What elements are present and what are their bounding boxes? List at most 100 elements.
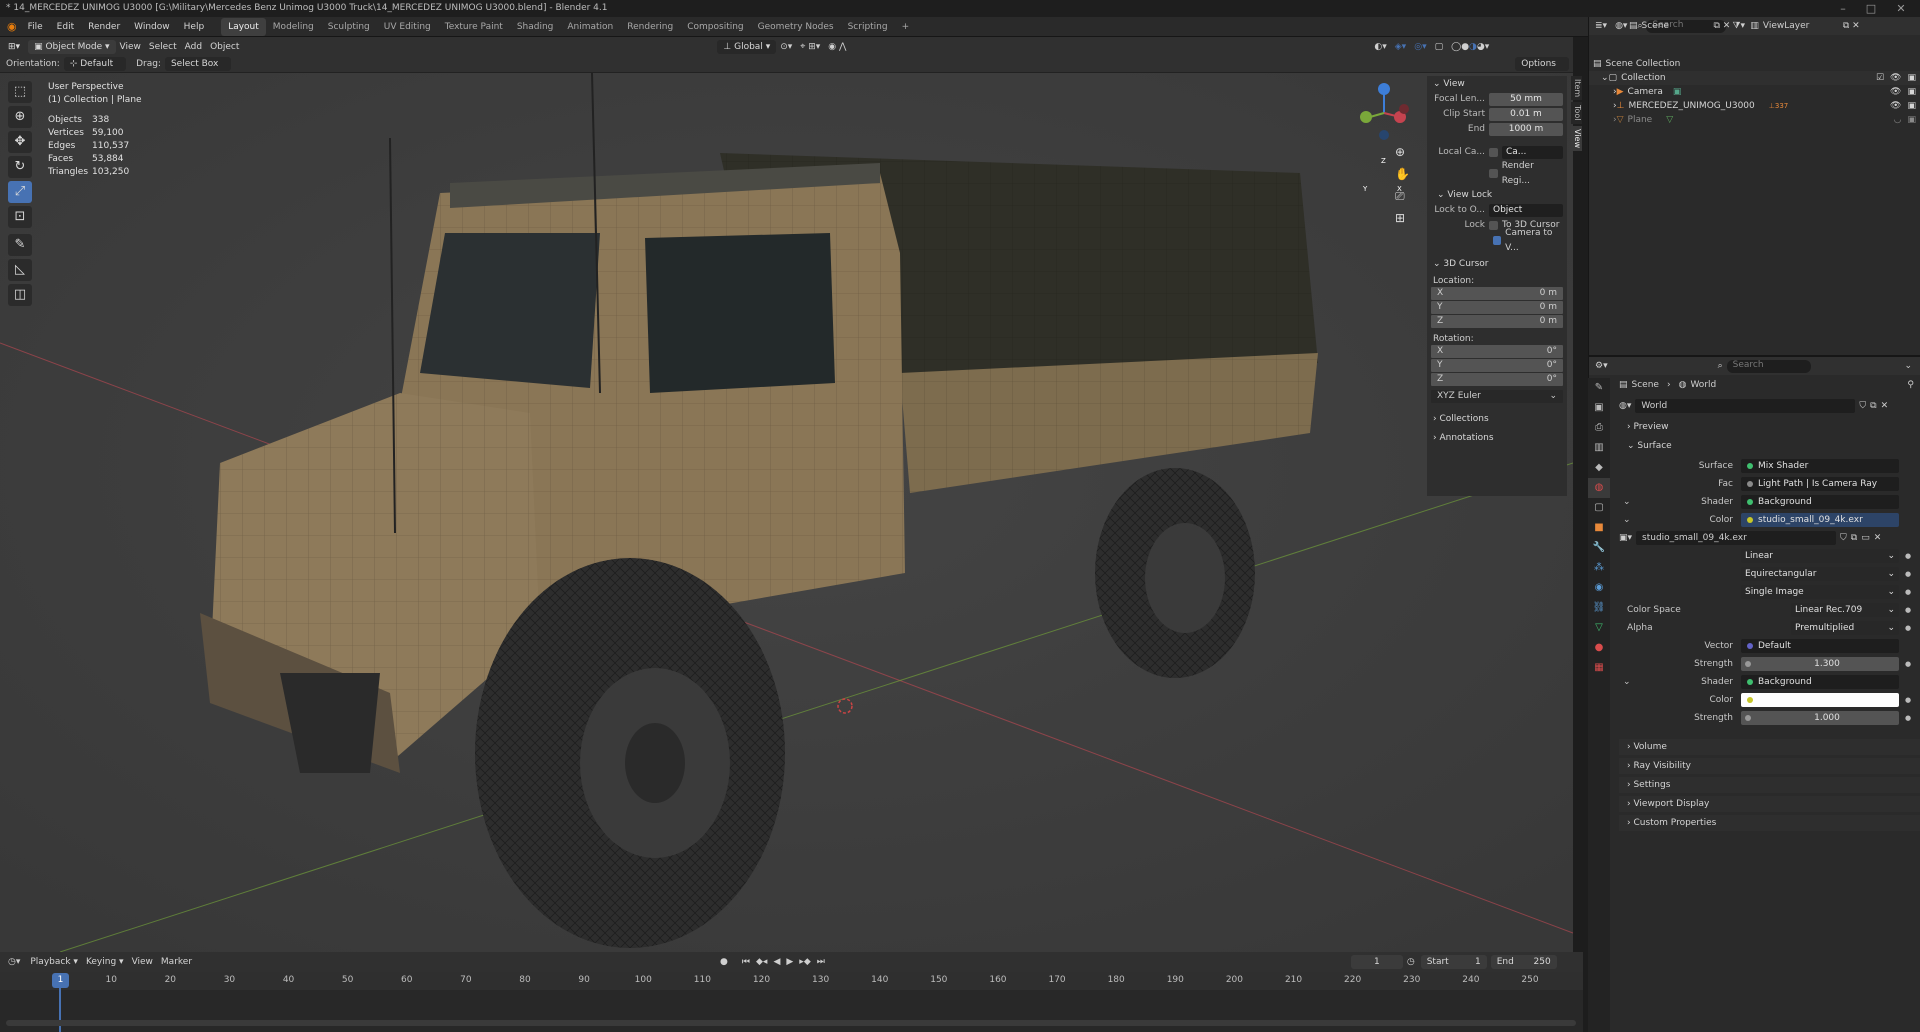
rotation-mode-dropdown[interactable]: XYZ Euler ⌄ (1431, 390, 1563, 403)
playback-menu[interactable]: Playback ▾ (30, 957, 78, 967)
camera-render-icon[interactable]: ▣ (1907, 71, 1916, 85)
material-tab-icon[interactable]: ● (1588, 638, 1610, 658)
lock-cursor-checkbox[interactable] (1489, 221, 1498, 230)
auto-key-icon[interactable]: ● (720, 957, 728, 967)
play-icon[interactable]: ▶ (786, 957, 793, 967)
cursor-location-y[interactable]: Y0 m (1431, 301, 1563, 314)
jump-end-icon[interactable]: ⏭ (817, 957, 825, 967)
strength2-field[interactable]: 1.000 (1741, 711, 1899, 725)
view-layer-tab-icon[interactable]: ▥ (1588, 438, 1610, 458)
visibility-icon[interactable]: ◐▾ (1374, 42, 1386, 52)
tab-view[interactable]: View (1571, 125, 1582, 151)
drag-dropdown[interactable]: Select Box ▾ (164, 57, 232, 81)
overlay-toggle-icon[interactable]: ◎▾ (1414, 42, 1426, 52)
properties-search-field[interactable]: Search (1726, 359, 1811, 373)
annotations-header[interactable]: › Annotations (1427, 430, 1567, 446)
particles-tab-icon[interactable]: ⁂ (1588, 558, 1610, 578)
3d-viewport[interactable]: Z X Y ⊕ ✋ ⎚ ⊞ ⬚ ⊕ ✥ ↻ ⤢ ⊡ ✎ ◺ ◫ (0, 73, 1573, 952)
new-scene-icon[interactable]: ⧉ ✕ (1714, 21, 1731, 31)
properties-options-icon[interactable]: ⌄ (1904, 361, 1912, 371)
timeline-view-menu[interactable]: View (132, 957, 153, 967)
add-workspace-button[interactable]: + (895, 18, 917, 36)
fake-user-icon[interactable]: ⛉ (1840, 533, 1847, 543)
viewport-display-panel-header[interactable]: › Viewport Display (1619, 796, 1920, 812)
projection-dropdown[interactable]: Equirectangular ⌄ (1741, 567, 1899, 581)
fac-field[interactable]: Light Path | Is Camera Ray (1741, 477, 1899, 491)
measure-tool-icon[interactable]: ◺ (8, 259, 32, 281)
cursor-location-x[interactable]: X0 m (1431, 287, 1563, 300)
keyframe-dot-icon[interactable]: ● (1905, 660, 1911, 668)
outliner-item-camera[interactable]: › ▶ Camera ▣ 👁 ▣ (1589, 85, 1920, 99)
start-frame-field[interactable]: Start 1 (1420, 955, 1487, 969)
menu-view[interactable]: View (120, 42, 141, 52)
keyframe-dot-icon[interactable]: ● (1905, 570, 1911, 578)
end-frame-field[interactable]: End 250 (1490, 955, 1557, 969)
color-space-dropdown[interactable]: Linear Rec.709 ⌄ (1791, 603, 1899, 617)
close-button[interactable]: ✕ (1882, 0, 1920, 17)
keyframe-dot-icon[interactable]: ● (1905, 624, 1911, 632)
eye-icon[interactable]: 👁 (1890, 99, 1901, 113)
outliner-item-plane[interactable]: › ▽ Plane ▽ ◡ ▣ (1589, 113, 1920, 127)
duplicate-icon[interactable]: ⧉ (1870, 401, 1876, 411)
workspace-tab-modeling[interactable]: Modeling (266, 18, 321, 36)
clip-start-field[interactable]: 0.01 m (1489, 108, 1563, 121)
transform-orientation-dropdown[interactable]: ⊥ Global ▾ (717, 39, 777, 54)
shader2-field[interactable]: Background (1741, 675, 1899, 689)
scene-selector[interactable]: ▤ Scene ⧉ ✕ ▥ ViewLayer ⧉ ✕ (1629, 17, 1860, 34)
properties-editor-icon[interactable]: ⚙▾ (1595, 361, 1608, 371)
keyframe-dot-icon[interactable]: ● (1905, 552, 1911, 560)
surface-panel-header[interactable]: ⌄ Surface (1619, 438, 1920, 454)
blender-logo-icon[interactable]: ◉ (7, 20, 17, 33)
expand-chevron-icon[interactable]: ⌄ (1623, 677, 1631, 687)
output-tab-icon[interactable]: ⎙ (1588, 418, 1610, 438)
menu-render[interactable]: Render (81, 17, 127, 37)
select-box-tool-icon[interactable]: ⬚ (8, 81, 32, 103)
current-frame-field[interactable]: 1 (1350, 955, 1403, 969)
render-tab-icon[interactable]: ▣ (1588, 398, 1610, 418)
prev-keyframe-icon[interactable]: ◆◂ (756, 957, 767, 967)
scene-tab-icon[interactable]: ◆ (1588, 458, 1610, 478)
object-tab-icon[interactable]: ■ (1588, 518, 1610, 538)
constraints-tab-icon[interactable]: ⛓ (1588, 598, 1610, 618)
vector-field[interactable]: Default (1741, 639, 1899, 653)
options-dropdown[interactable]: Options ▾ (1515, 57, 1569, 81)
world-browse-icon[interactable]: ◍▾ (1619, 401, 1631, 411)
tab-tool[interactable]: Tool (1571, 102, 1582, 124)
annotate-tool-icon[interactable]: ✎ (8, 234, 32, 256)
pan-hand-icon[interactable]: ✋ (1395, 167, 1410, 189)
unlink-icon[interactable]: ✕ (1874, 533, 1882, 543)
texture-tab-icon[interactable]: ▦ (1588, 658, 1610, 678)
focal-length-field[interactable]: 50 mm (1489, 93, 1563, 106)
custom-properties-panel-header[interactable]: › Custom Properties (1619, 815, 1920, 831)
keying-menu[interactable]: Keying ▾ (86, 957, 124, 967)
image-browse-icon[interactable]: ▣▾ (1619, 533, 1632, 543)
rotate-tool-icon[interactable]: ↻ (8, 156, 32, 178)
camera-render-icon[interactable]: ▣ (1907, 99, 1916, 113)
solid-shading-icon[interactable]: ● (1461, 42, 1469, 52)
local-camera-field[interactable]: Ca... (1502, 146, 1563, 159)
mode-dropdown[interactable]: ▣ Object Mode ▾ (28, 39, 116, 54)
camera-render-icon[interactable]: ▣ (1907, 113, 1916, 127)
3d-cursor-header[interactable]: ⌄ 3D Cursor (1427, 256, 1567, 272)
scale-tool-icon[interactable]: ⤢ (8, 181, 32, 203)
new-view-layer-icon[interactable]: ⧉ ✕ (1843, 21, 1860, 31)
menu-help[interactable]: Help (177, 17, 212, 37)
expand-chevron-icon[interactable]: ⌄ (1623, 497, 1631, 507)
marker-menu[interactable]: Marker (161, 957, 192, 967)
keyframe-dot-icon[interactable]: ● (1905, 714, 1911, 722)
proportional-edit-icon[interactable]: ◉ ⋀ (828, 42, 846, 52)
menu-add[interactable]: Add (185, 42, 202, 52)
jump-start-icon[interactable]: ⏮ (742, 957, 750, 967)
ray-visibility-panel-header[interactable]: › Ray Visibility (1619, 758, 1920, 774)
clip-end-field[interactable]: 1000 m (1489, 123, 1563, 136)
tab-item[interactable]: Item (1571, 76, 1582, 101)
image-name-field[interactable]: studio_small_09_4k.exr (1636, 531, 1837, 545)
interpolation-dropdown[interactable]: Linear ⌄ (1741, 549, 1899, 563)
duplicate-icon[interactable]: ⧉ (1851, 533, 1857, 543)
pivot-icon[interactable]: ⊙▾ (780, 42, 792, 52)
color2-swatch[interactable] (1741, 693, 1899, 707)
keyframe-dot-icon[interactable]: ● (1905, 696, 1911, 704)
xray-icon[interactable]: ▢ (1435, 42, 1444, 52)
workspace-tab-geometry-nodes[interactable]: Geometry Nodes (751, 18, 841, 36)
physics-tab-icon[interactable]: ◉ (1588, 578, 1610, 598)
